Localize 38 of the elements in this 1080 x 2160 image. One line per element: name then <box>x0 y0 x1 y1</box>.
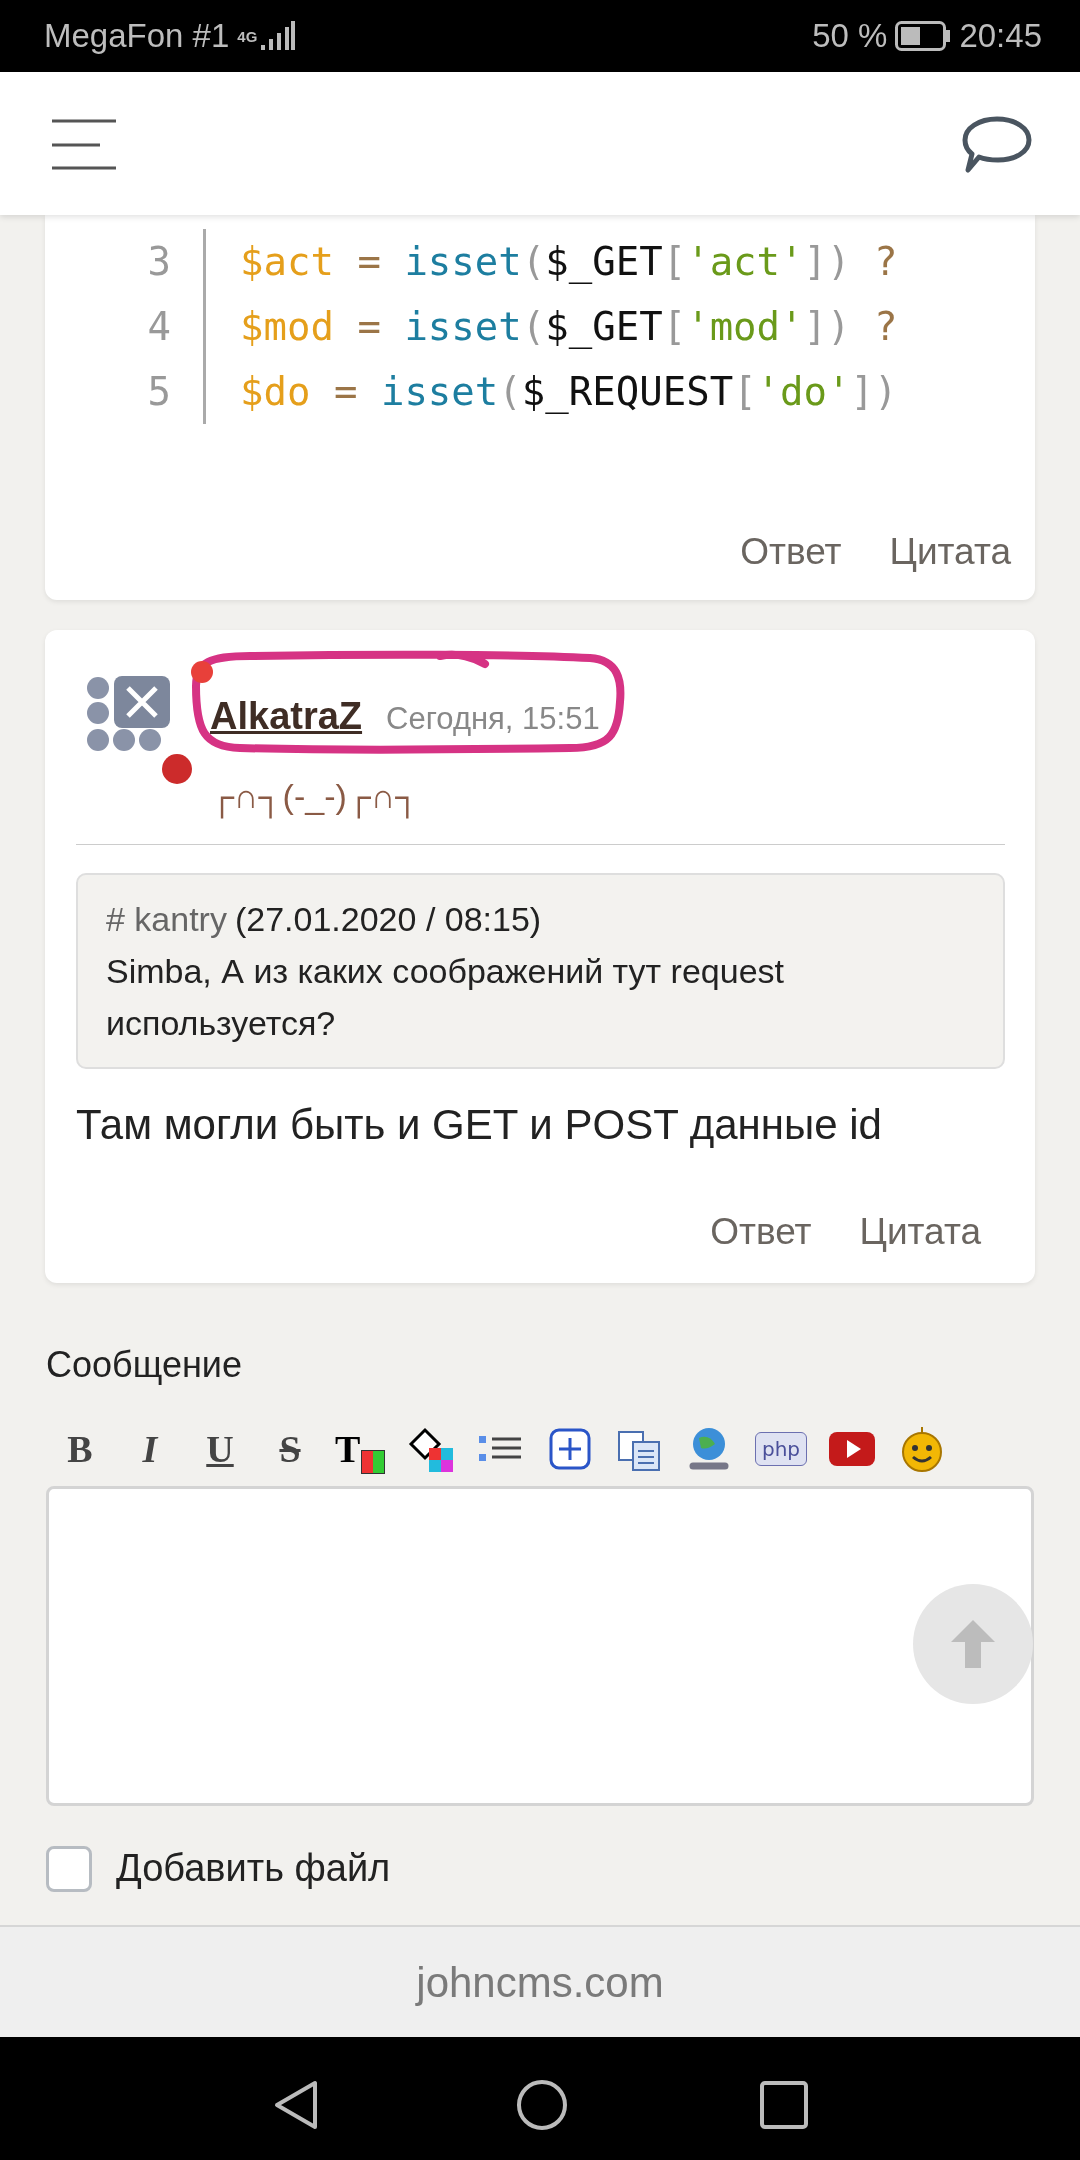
username-link[interactable]: AlkatraZ <box>210 687 363 745</box>
italic-button[interactable]: I <box>125 1424 175 1474</box>
underline-button[interactable]: U <box>195 1424 245 1474</box>
home-icon[interactable] <box>515 2078 569 2132</box>
reply-link[interactable]: Ответ <box>740 524 842 580</box>
line-number: 3 <box>146 238 172 286</box>
battery-icon <box>895 21 952 51</box>
reply-link[interactable]: Ответ <box>710 1203 812 1259</box>
clock-time: 20:45 <box>959 16 1042 57</box>
code-line: $mod = isset($_GET['mod']) ? <box>203 294 898 359</box>
carrier-name: MegaFon #1 <box>44 16 230 57</box>
post-text: Там могли быть и GET и POST данные id <box>76 1099 883 1150</box>
user-status: ┌∩┐(-_-)┌∩┐ <box>210 770 600 822</box>
signal-icon <box>261 21 296 51</box>
line-number: 5 <box>146 368 172 416</box>
recent-apps-icon[interactable] <box>759 2080 809 2130</box>
php-button[interactable]: php <box>755 1432 807 1466</box>
quote-link[interactable]: Цитата <box>859 1203 981 1259</box>
quote-text: Simba, А из каких соображений тут request используется? <box>106 950 785 1044</box>
site-domain: johncms.com <box>416 1957 664 2008</box>
battery-percent: 50 % <box>812 16 888 57</box>
post-date: Сегодня, 15:51 <box>386 699 600 738</box>
message-field[interactable] <box>46 1486 1034 1806</box>
menu-icon[interactable] <box>50 117 118 170</box>
field-label: Сообщение <box>45 1343 243 1387</box>
line-number: 4 <box>146 303 172 351</box>
quote-link[interactable]: Цитата <box>889 524 1011 580</box>
network-type: 4G <box>237 28 258 44</box>
quote-author: # kantry <box>106 898 227 940</box>
speech-bubble-icon[interactable] <box>962 114 1032 173</box>
bold-button[interactable]: B <box>55 1424 105 1474</box>
code-line: $do = isset($_REQUEST['do']) <box>203 359 898 424</box>
code-line: $act = isset($_GET['act']) ? <box>203 229 898 294</box>
strikethrough-button[interactable]: S <box>265 1424 315 1474</box>
checkbox[interactable] <box>46 1845 92 1892</box>
text-color-button[interactable]: T <box>335 1424 385 1474</box>
quote-date: (27.01.2020 / 08:15) <box>234 898 542 940</box>
checkbox-label: Добавить файл <box>116 1846 391 1891</box>
